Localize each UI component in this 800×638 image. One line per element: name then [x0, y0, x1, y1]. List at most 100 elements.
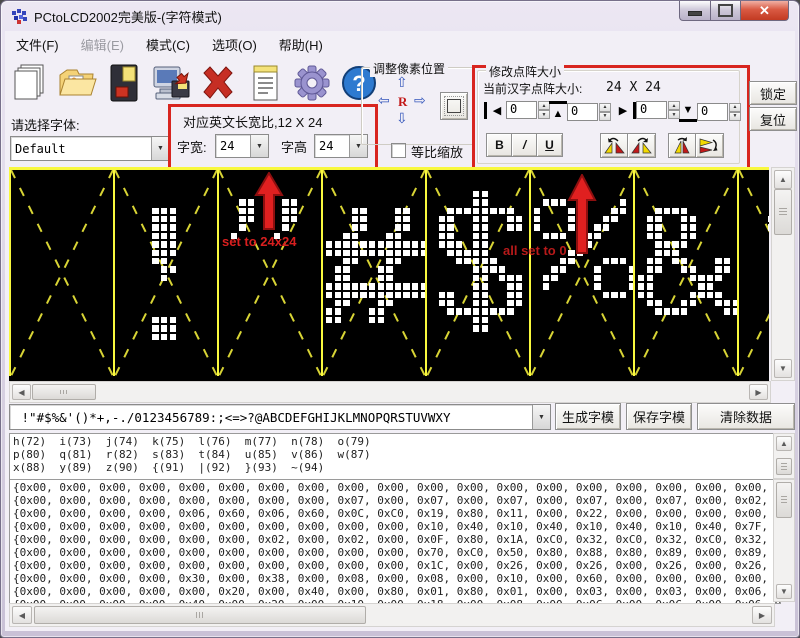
open-file-button[interactable]: [56, 61, 98, 105]
preview-horizontal-scrollbar[interactable]: ◀ ▶: [9, 381, 771, 403]
menu-item[interactable]: 选项(O): [201, 31, 268, 58]
glyph-pixel: [647, 300, 653, 306]
close-button[interactable]: ✕: [741, 1, 789, 21]
scroll-thumb[interactable]: [774, 189, 792, 235]
new-file-button[interactable]: [9, 61, 51, 105]
scroll-thumb[interactable]: [34, 606, 366, 624]
glyph-pixel: [482, 308, 488, 314]
scroll-left-button[interactable]: ◀: [12, 384, 31, 400]
cell-diagonal-guides: [739, 170, 769, 376]
center-glyph-button[interactable]: [440, 92, 468, 120]
scroll-right-button[interactable]: ▶: [752, 606, 772, 624]
scroll-thumb[interactable]: [776, 482, 792, 518]
flip-vertical-button[interactable]: [668, 133, 697, 158]
save-font-button[interactable]: 保存字模: [626, 403, 692, 430]
glyph-cell[interactable]: [113, 170, 217, 376]
char-height-label: 字高: [281, 137, 307, 156]
proportional-scale-checkbox[interactable]: [391, 143, 406, 158]
generate-font-button[interactable]: 生成字模: [555, 403, 621, 430]
glyph-cell[interactable]: [321, 170, 425, 376]
glyph-pixel: [482, 241, 488, 247]
scroll-up-button[interactable]: ▲: [776, 436, 792, 451]
menu-item[interactable]: 帮助(H): [268, 31, 334, 58]
glyph-cell[interactable]: [425, 170, 529, 376]
glyph-pixel: [647, 275, 653, 281]
italic-button[interactable]: /: [511, 133, 538, 157]
glyph-pixel: [507, 283, 513, 289]
move-up-button[interactable]: ⇧: [396, 74, 408, 91]
scroll-thumb[interactable]: [776, 458, 792, 475]
spin-down-button[interactable]: ▼: [599, 112, 611, 121]
move-left-button[interactable]: ⇦: [378, 92, 390, 109]
spin-up-button[interactable]: ▲: [729, 103, 741, 112]
spin-down-button[interactable]: ▼: [729, 112, 741, 121]
glyph-pixel: [352, 224, 358, 230]
codes-vertical-scrollbar[interactable]: ▲: [773, 433, 795, 479]
char-width-combo[interactable]: 24 ▼: [215, 134, 269, 158]
underline-label: U: [545, 138, 554, 152]
margin-bottom-field[interactable]: 0: [697, 103, 728, 121]
minimize-button[interactable]: [679, 1, 711, 21]
char-height-combo[interactable]: 24 ▼: [314, 134, 368, 158]
glyph-pixel: [369, 241, 375, 247]
margin-right-field[interactable]: 0: [636, 101, 667, 119]
rotate-left-button[interactable]: [600, 133, 629, 158]
settings-button[interactable]: [291, 61, 333, 105]
char-codes-panel[interactable]: h(72) i(73) j(74) k(75) l(76) m(77) n(78…: [9, 433, 781, 481]
reset-position-button[interactable]: R: [398, 94, 407, 110]
pixel-position-title: 调整像素位置: [370, 60, 448, 77]
glyph-pixel: [352, 292, 358, 298]
text-line: h(72) i(73) j(74) k(75) l(76) m(77) n(78…: [13, 435, 777, 448]
menu-item[interactable]: 编辑(E): [70, 31, 135, 58]
glyph-cell[interactable]: [633, 170, 737, 376]
scroll-left-icon: ◀: [19, 611, 25, 620]
rotate-right-button[interactable]: [627, 133, 656, 158]
glyph-pixel: [482, 233, 488, 239]
glyph-pixel: [473, 208, 479, 214]
hex-data-panel[interactable]: {0x00, 0x00, 0x00, 0x00, 0x00, 0x00, 0x0…: [9, 479, 781, 604]
flip-horizontal-button[interactable]: [695, 133, 724, 158]
glyph-cell[interactable]: [9, 170, 113, 376]
glyph-pixel: [335, 250, 341, 256]
font-select-combo[interactable]: Default ▼: [10, 136, 170, 161]
hex-vertical-scrollbar[interactable]: ▼: [773, 479, 795, 602]
glyph-pixel: [473, 266, 479, 272]
glyph-pixel: [170, 224, 176, 230]
move-down-button[interactable]: ⇩: [396, 110, 408, 127]
move-right-button[interactable]: ⇨: [414, 92, 426, 109]
report-button[interactable]: [244, 61, 286, 105]
bold-button[interactable]: B: [486, 133, 513, 157]
scroll-right-button[interactable]: ▶: [749, 384, 768, 400]
save-to-computer-button[interactable]: [150, 61, 192, 105]
charstrip-combo[interactable]: !"#$%&'()*+,-./0123456789:;<=>?@ABCDEFGH…: [9, 404, 551, 430]
margin-left-field[interactable]: 0: [506, 101, 537, 119]
clear-data-button[interactable]: 清除数据: [697, 403, 795, 430]
delete-button[interactable]: [197, 61, 239, 105]
preview-vertical-scrollbar[interactable]: ▲ ▼: [771, 167, 795, 381]
glyph-pixel: [638, 275, 644, 281]
maximize-button[interactable]: [711, 1, 741, 21]
hex-horizontal-scrollbar[interactable]: ◀ ▶: [9, 603, 775, 627]
font-select-dropdown-button[interactable]: ▼: [151, 137, 169, 160]
save-button[interactable]: [103, 61, 145, 105]
glyph-preview-canvas[interactable]: set to 24x24 all set to 0: [9, 167, 769, 385]
char-width-dropdown-button[interactable]: ▼: [250, 135, 268, 157]
menu-item[interactable]: 文件(F): [5, 31, 70, 58]
menu-item[interactable]: 模式(C): [135, 31, 201, 58]
glyph-pixel: [560, 258, 566, 264]
underline-button[interactable]: U: [536, 133, 563, 157]
spin-up-button[interactable]: ▲: [599, 103, 611, 112]
scroll-thumb[interactable]: [32, 384, 96, 400]
glyph-pixel: [655, 250, 661, 256]
scroll-down-button[interactable]: ▼: [774, 359, 792, 378]
charstrip-dropdown-button[interactable]: ▼: [532, 405, 550, 429]
glyph-pixel: [534, 208, 540, 214]
title-bar[interactable]: PCtoLCD2002完美版-(字符模式) ✕: [1, 1, 799, 31]
glyph-cell[interactable]: [737, 170, 769, 376]
reset-button[interactable]: 复位: [749, 107, 797, 131]
scroll-up-button[interactable]: ▲: [774, 170, 792, 189]
scroll-down-button[interactable]: ▼: [776, 584, 792, 599]
lock-button[interactable]: 锁定: [749, 81, 797, 105]
scroll-left-button[interactable]: ◀: [12, 606, 32, 624]
margin-top-field[interactable]: 0: [567, 103, 598, 121]
